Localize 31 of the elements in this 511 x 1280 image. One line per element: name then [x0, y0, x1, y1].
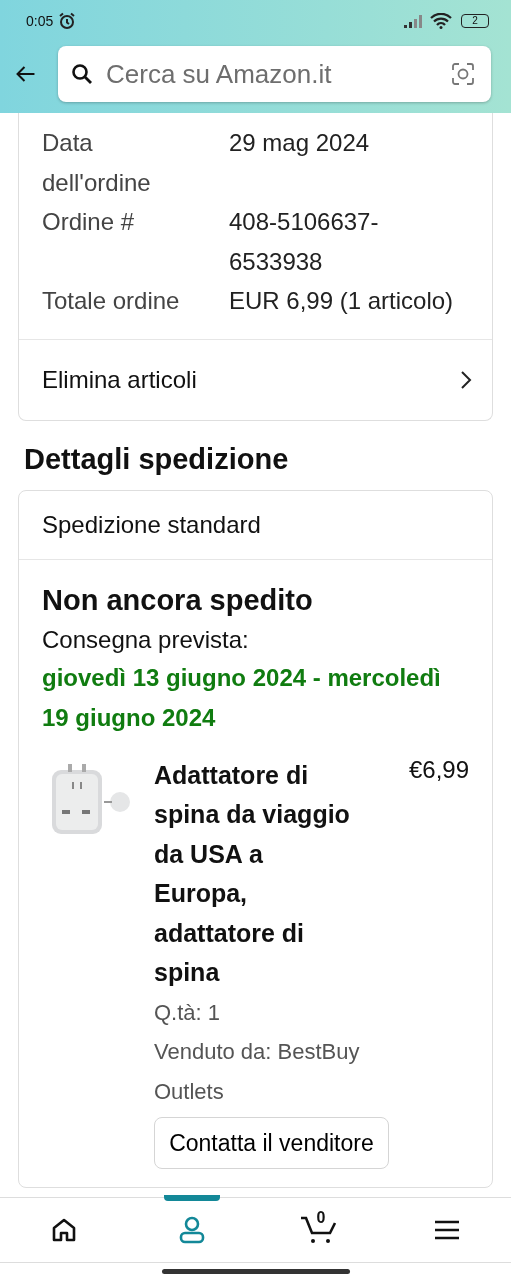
delivery-dates: giovedì 13 giugno 2024 - mercoledì 19 giugno 2024 [42, 662, 442, 733]
order-field-value: 29 mag 2024 [229, 128, 371, 158]
status-time: 0:05 [26, 13, 54, 29]
quantity: Q.tà: 1 [154, 998, 222, 1027]
contact-seller-button[interactable]: Contatta il venditore [154, 1117, 389, 1169]
order-field-value: 408-5106637-6533938 [229, 207, 380, 277]
battery-icon: 2 [461, 14, 489, 28]
shipping-method: Spedizione standard [19, 490, 492, 560]
shipment-status: Non ancora spedito [42, 582, 314, 618]
delete-items-link[interactable]: Elimina articoli [19, 338, 492, 420]
home-icon [50, 1218, 77, 1242]
order-field-label: Totale ordine [42, 286, 181, 316]
wifi-icon [430, 13, 452, 29]
alarm-clock-icon [58, 12, 77, 30]
product-title[interactable]: Adattatore di spina da viaggio da USA a Europa, adattatore di spina [154, 755, 359, 993]
signal-icon [403, 14, 425, 28]
order-field-label: Data dell'ordine [42, 128, 152, 198]
delivery-label: Consegna prevista: [42, 624, 250, 655]
camera-scan-icon[interactable] [451, 62, 475, 86]
account-icon [177, 1216, 206, 1244]
search-field[interactable]: Cerca su Amazon.it [58, 46, 491, 102]
menu-icon [434, 1220, 461, 1240]
price: €6,99 [408, 755, 469, 785]
cart-tab[interactable]: 0 [255, 1198, 384, 1262]
seller: Venduto da: BestBuy Outlets [154, 1038, 361, 1106]
order-field-label: Ordine # [42, 207, 136, 237]
search-icon [71, 63, 93, 85]
chevron-right-icon [460, 369, 472, 390]
order-field-value: EUR 6,99 (1 articolo) [229, 286, 455, 316]
section-heading: Dettagli spedizione [24, 442, 290, 476]
cart-count: 0 [316, 1209, 326, 1227]
